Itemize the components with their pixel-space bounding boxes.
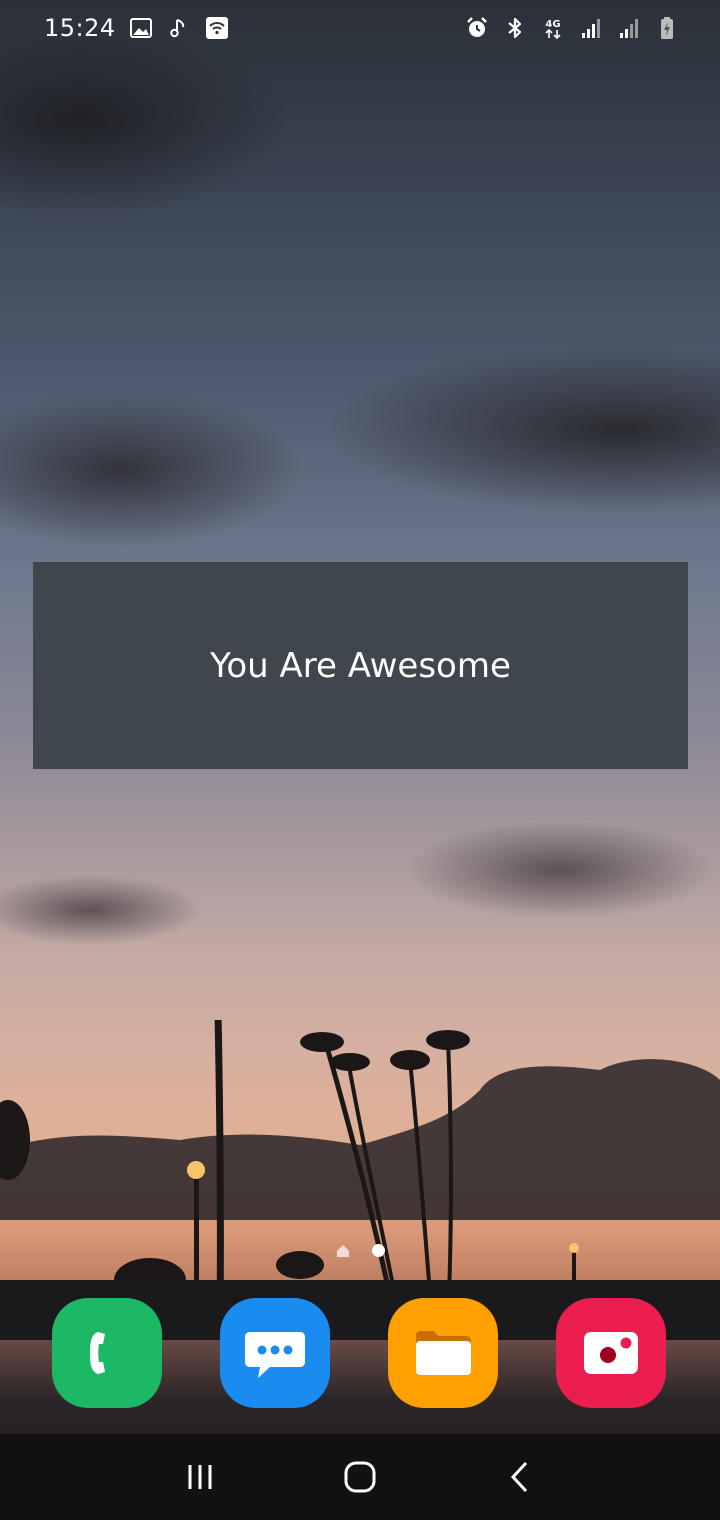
status-right: 4G — [464, 15, 680, 41]
battery-charging-icon — [654, 15, 680, 41]
back-icon — [510, 1461, 528, 1493]
camera-icon — [584, 1332, 638, 1374]
navigation-bar — [0, 1434, 720, 1520]
clock: 15:24 — [44, 14, 116, 42]
music-note-icon — [166, 15, 192, 41]
back-button[interactable] — [490, 1447, 550, 1507]
messages-app-button[interactable] — [220, 1298, 330, 1408]
status-left: 15:24 — [44, 14, 230, 42]
phone-icon — [90, 1332, 105, 1374]
network-4g-icon: 4G — [540, 15, 566, 41]
home-icon — [344, 1461, 376, 1493]
page-indicator — [0, 1238, 720, 1262]
camera-app-button[interactable] — [556, 1298, 666, 1408]
signal-icon — [616, 15, 642, 41]
gallery-icon — [128, 15, 154, 41]
wallpaper-silhouette — [0, 1020, 720, 1340]
message-icon — [245, 1332, 305, 1378]
bluetooth-icon — [502, 15, 528, 41]
files-app-button[interactable] — [388, 1298, 498, 1408]
phone-app-button[interactable] — [52, 1298, 162, 1408]
status-bar: 15:24 4G — [0, 0, 720, 56]
toast-text: You Are Awesome — [210, 645, 511, 686]
home-page-indicator-icon — [336, 1243, 350, 1257]
recents-icon — [188, 1465, 212, 1489]
home-button[interactable] — [330, 1447, 390, 1507]
recents-button[interactable] — [170, 1447, 230, 1507]
svg-text:4G: 4G — [545, 19, 560, 30]
toast-message: You Are Awesome — [33, 562, 688, 769]
current-page-dot — [371, 1243, 385, 1257]
signal-icon — [578, 15, 604, 41]
alarm-icon — [464, 15, 490, 41]
wifi-icon — [204, 15, 230, 41]
folder-icon — [416, 1331, 471, 1375]
dock — [0, 1298, 720, 1408]
